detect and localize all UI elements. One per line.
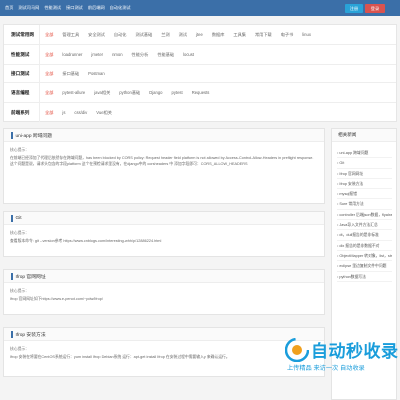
filter-link[interactable]: 测试基础 bbox=[136, 32, 153, 38]
related-news-sidebar: 相关新闻 uni-app 跨域问题GitIfrop 官网网址Ifrop 安装方法… bbox=[331, 128, 397, 400]
filter-link-all[interactable]: 全部 bbox=[45, 90, 53, 96]
filter-link[interactable]: 性能分析 bbox=[132, 52, 149, 58]
filter-link[interactable]: 电子书 bbox=[281, 32, 294, 38]
filter-link[interactable]: loadrunner bbox=[62, 52, 82, 58]
article-core-label: 核心提示： bbox=[10, 289, 29, 293]
related-news-item[interactable]: Sure 常用方法 bbox=[337, 199, 392, 210]
filter-link[interactable]: jmeter bbox=[91, 52, 103, 58]
filter-row: 测试常用网 全部 管理工具 安全测试 自动化 测试基础 兰测 测试 jtee 数据库 工具集 常用下载… bbox=[4, 25, 396, 45]
article-list: uni-app 跨域问题 核心提示： 在前端已经添加了代理后依然存在跨域问题，h… bbox=[3, 128, 325, 400]
article-core-label: 核心提示： bbox=[10, 231, 29, 235]
related-news-item[interactable]: python数据写法 bbox=[337, 272, 392, 282]
filter-row: 语言编程 全部 pytest-allure java相关 python基础 Django p… bbox=[4, 83, 396, 103]
related-news-item[interactable]: Ifrop 官网网址 bbox=[337, 169, 392, 179]
article-summary: Ifrop 安装在将要在CentOS系统运行：yum install Ifrop… bbox=[10, 355, 230, 359]
filter-row-label: 测试常用网 bbox=[4, 25, 40, 44]
filter-link[interactable]: 自动化 bbox=[114, 32, 127, 38]
nav-item-performance[interactable]: 性能测试 bbox=[44, 5, 61, 11]
article-summary: Ifrop 官网网址如下https://www.e-penot.com/~pdw… bbox=[10, 297, 103, 301]
filter-link-all[interactable]: 全部 bbox=[45, 32, 53, 38]
filter-link[interactable]: 工具集 bbox=[233, 32, 246, 38]
related-news-list: uni-app 跨域问题GitIfrop 官网网址Ifrop 安装方法mysql… bbox=[332, 142, 396, 282]
related-news-item[interactable]: dlx 报告的是非数据不对 bbox=[337, 241, 392, 251]
article-body: 核心提示： 查看版本命令: git --version参考 https://ww… bbox=[4, 225, 324, 249]
register-button[interactable]: 注册 bbox=[345, 4, 363, 13]
top-nav-bar: 首页 测试司马网 性能测试 接口测试 前后端网 自动化测试 注册 登录 bbox=[0, 0, 400, 16]
article-card: Ifrop 安装方法 核心提示： Ifrop 安装在将要在CentOS系统运行：… bbox=[3, 327, 325, 377]
filter-link[interactable]: Postman bbox=[88, 71, 105, 77]
nav-item-testing[interactable]: 测试司马网 bbox=[18, 5, 39, 11]
nav-item-api[interactable]: 接口测试 bbox=[66, 5, 83, 11]
article-core-label: 核心提示： bbox=[10, 347, 29, 351]
article-title[interactable]: Git bbox=[4, 212, 324, 225]
top-nav: 首页 测试司马网 性能测试 接口测试 前后端网 自动化测试 bbox=[0, 5, 136, 11]
article-title[interactable]: uni-app 跨域问题 bbox=[4, 129, 324, 142]
filter-link[interactable]: 测试 bbox=[179, 32, 187, 38]
filter-links: 全部 pytest-allure java相关 python基础 Django pytes… bbox=[40, 90, 396, 96]
filter-link[interactable]: 性能基础 bbox=[157, 52, 174, 58]
article-body: 核心提示： Ifrop 官网网址如下https://www.e-penot.co… bbox=[4, 283, 324, 307]
filter-link[interactable]: linux bbox=[302, 32, 311, 38]
filter-links: 全部 js css/div Vue相关 bbox=[40, 110, 396, 116]
filter-link-all[interactable]: 全部 bbox=[45, 110, 53, 116]
related-news-item[interactable]: mysql报错 bbox=[337, 189, 392, 200]
filter-link[interactable]: 常用下载 bbox=[255, 32, 272, 38]
filter-row-label: 语言编程 bbox=[4, 83, 40, 102]
nav-item-home[interactable]: 首页 bbox=[5, 5, 13, 11]
article-card: Ifrop 官网网址 核心提示： Ifrop 官网网址如下https://www… bbox=[3, 269, 325, 315]
article-summary: 查看版本命令: git --version参考 https://www.cnbl… bbox=[10, 239, 162, 243]
sidebar-title: 相关新闻 bbox=[332, 129, 396, 142]
related-news-item[interactable]: Java导入文件方法汇总 bbox=[337, 220, 392, 231]
related-news-item[interactable]: Git bbox=[337, 158, 392, 169]
nav-item-frontend[interactable]: 前后端网 bbox=[88, 5, 105, 11]
article-body: 核心提示： 在前端已经添加了代理后依然存在跨域问题，has been block… bbox=[4, 142, 324, 172]
article-summary: 在前端已经添加了代理后依然存在跨域问题，has been blocked by … bbox=[10, 156, 314, 166]
related-news-item[interactable]: controller 后端json数据，flyalxe 解析json数 bbox=[337, 210, 392, 221]
filter-link[interactable]: pytest bbox=[172, 90, 183, 96]
nav-item-automation[interactable]: 自动化测试 bbox=[110, 5, 131, 11]
category-filter-panel: 测试常用网 全部 管理工具 安全测试 自动化 测试基础 兰测 测试 jtee 数据库 工具集 常用下载… bbox=[3, 24, 397, 122]
filter-link[interactable]: css/div bbox=[74, 110, 87, 116]
article-card: Git 核心提示： 查看版本命令: git --version参考 https:… bbox=[3, 211, 325, 257]
filter-link[interactable]: python基础 bbox=[119, 90, 140, 96]
filter-row: 前端系列 全部 js css/div Vue相关 bbox=[4, 103, 396, 122]
filter-link[interactable]: Requests bbox=[192, 90, 210, 96]
article-core-label: 核心提示： bbox=[10, 148, 29, 152]
related-news-item[interactable]: eclipse 里边复制文件中问题 bbox=[337, 261, 392, 272]
filter-link[interactable]: pytest-allure bbox=[62, 90, 85, 96]
filter-link[interactable]: 兰测 bbox=[161, 32, 169, 38]
filter-link[interactable]: 数据库 bbox=[212, 32, 225, 38]
filter-link[interactable]: 安全测试 bbox=[88, 32, 105, 38]
related-news-item[interactable]: Ifrop 安装方法 bbox=[337, 179, 392, 190]
filter-link[interactable]: Django bbox=[149, 90, 162, 96]
filter-link[interactable]: jtee bbox=[196, 32, 203, 38]
filter-link[interactable]: Vue相关 bbox=[96, 110, 112, 116]
related-news-item[interactable]: dt，dull报告的是非标准 bbox=[337, 230, 392, 241]
filter-row: 接口测试 全部 接口基础 Postman bbox=[4, 65, 396, 83]
filter-links: 全部 接口基础 Postman bbox=[40, 71, 396, 77]
filter-row: 性能测试 全部 loadrunner jmeter nmon 性能分析 性能基础 locust bbox=[4, 45, 396, 65]
article-card: uni-app 跨域问题 核心提示： 在前端已经添加了代理后依然存在跨域问题，h… bbox=[3, 128, 325, 204]
filter-row-label: 接口测试 bbox=[4, 65, 40, 82]
filter-link[interactable]: 接口基础 bbox=[62, 71, 79, 77]
related-news-item[interactable]: uni-app 跨域问题 bbox=[337, 148, 392, 159]
filter-row-label: 性能测试 bbox=[4, 45, 40, 64]
filter-link[interactable]: 管理工具 bbox=[62, 32, 79, 38]
filter-link[interactable]: java相关 bbox=[94, 90, 110, 96]
related-news-item[interactable]: ObjectMapper 转对象，list，string的转换 bbox=[337, 251, 392, 262]
article-body: 核心提示： Ifrop 安装在将要在CentOS系统运行：yum install… bbox=[4, 341, 324, 365]
article-title[interactable]: Ifrop 安装方法 bbox=[4, 328, 324, 341]
filter-links: 全部 管理工具 安全测试 自动化 测试基础 兰测 测试 jtee 数据库 工具集 常用下载 电子书 li… bbox=[40, 32, 396, 38]
filter-row-label: 前端系列 bbox=[4, 103, 40, 122]
login-button[interactable]: 登录 bbox=[365, 4, 385, 13]
filter-links: 全部 loadrunner jmeter nmon 性能分析 性能基础 locust bbox=[40, 52, 396, 58]
filter-link[interactable]: nmon bbox=[112, 52, 122, 58]
filter-link[interactable]: js bbox=[62, 110, 65, 116]
filter-link-all[interactable]: 全部 bbox=[45, 52, 53, 58]
article-title[interactable]: Ifrop 官网网址 bbox=[4, 270, 324, 283]
filter-link-all[interactable]: 全部 bbox=[45, 71, 53, 77]
filter-link[interactable]: locust bbox=[183, 52, 194, 58]
